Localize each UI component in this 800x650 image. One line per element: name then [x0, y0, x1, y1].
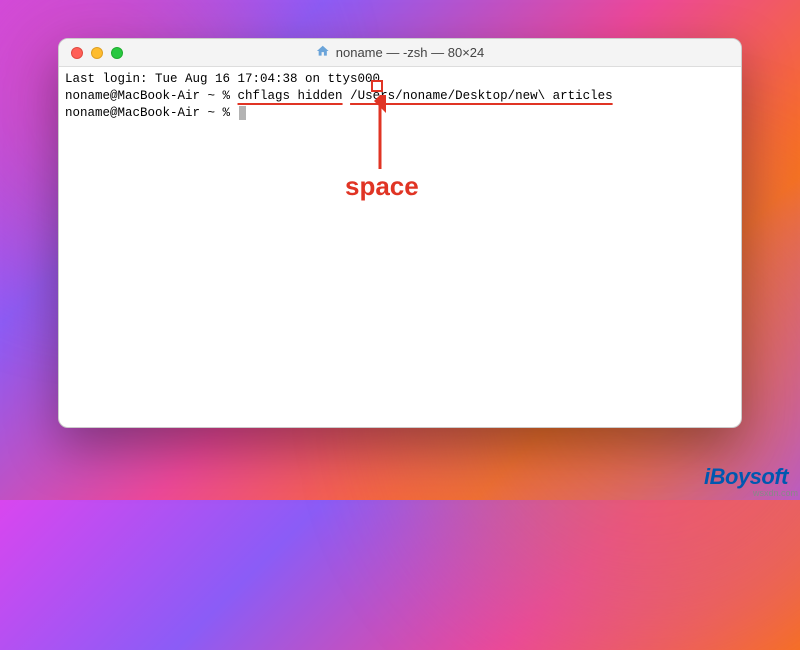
maximize-button[interactable]	[111, 47, 123, 59]
close-button[interactable]	[71, 47, 83, 59]
window-title-area: noname — -zsh — 80×24	[316, 44, 485, 61]
annotation-label: space	[345, 169, 419, 204]
command-text-part1: chflags hidden	[238, 89, 343, 103]
prompt-text: noname@MacBook-Air ~ %	[65, 89, 238, 103]
terminal-line-prompt: noname@MacBook-Air ~ %	[65, 105, 735, 122]
cursor-icon	[239, 106, 246, 120]
prompt-text: noname@MacBook-Air ~ %	[65, 106, 238, 120]
command-text-part2: /Users/noname/Desktop/new\ articles	[350, 89, 613, 103]
title-bar[interactable]: noname — -zsh — 80×24	[59, 39, 741, 67]
minimize-button[interactable]	[91, 47, 103, 59]
home-icon	[316, 44, 330, 61]
terminal-window: noname — -zsh — 80×24 Last login: Tue Au…	[58, 38, 742, 428]
watermark-sub: wsxdn.com	[753, 488, 798, 498]
terminal-body[interactable]: Last login: Tue Aug 16 17:04:38 on ttys0…	[59, 67, 741, 427]
traffic-lights	[59, 47, 123, 59]
window-title: noname — -zsh — 80×24	[336, 45, 485, 60]
command-space	[343, 89, 351, 103]
watermark-brand: iBoysoft	[704, 464, 788, 490]
terminal-line-login: Last login: Tue Aug 16 17:04:38 on ttys0…	[65, 71, 735, 88]
terminal-line-command: noname@MacBook-Air ~ % chflags hidden /U…	[65, 88, 735, 105]
